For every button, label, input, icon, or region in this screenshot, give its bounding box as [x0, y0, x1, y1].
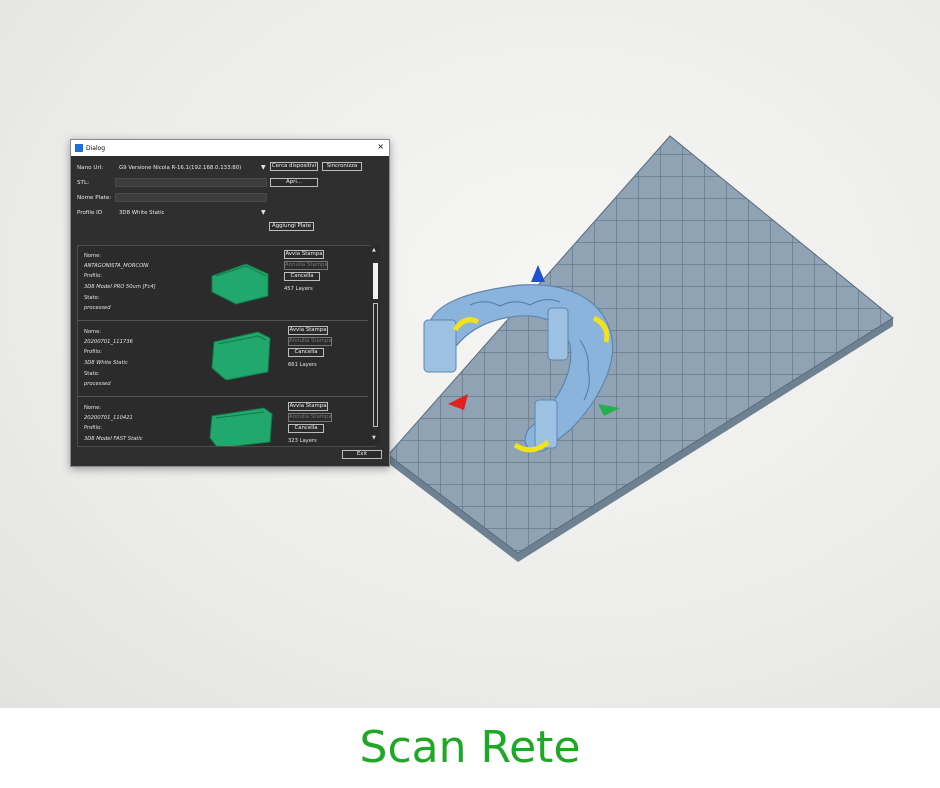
list-item: Nome: 20200701_111736 Profilo: 3D8 White… — [78, 322, 368, 397]
scroll-down-icon[interactable]: ▼ — [372, 435, 376, 441]
annulla-stampa-button[interactable]: Annulla Stampa — [288, 337, 332, 346]
nome-label: Nome: — [84, 253, 102, 259]
chevron-down-icon[interactable]: ▼ — [261, 164, 266, 171]
avvia-stampa-button[interactable]: Avvia Stampa — [288, 326, 328, 335]
model-thumbnail — [211, 331, 271, 380]
job-status: processed — [84, 381, 111, 387]
z-axis-arrow — [531, 265, 545, 282]
stl-label: STL: — [77, 180, 89, 186]
profilo-label: Profilo: — [84, 273, 102, 279]
profilo-label: Profilo: — [84, 425, 102, 431]
stato-label: Stato: — [84, 295, 100, 301]
cancella-button[interactable]: Cancella — [288, 348, 324, 357]
exit-button[interactable]: Exit — [342, 450, 382, 459]
job-status: processed — [84, 305, 111, 311]
annulla-stampa-button[interactable]: Annulla Stampa — [288, 413, 332, 422]
list-scrollbar[interactable]: ▲ ▼ — [371, 245, 380, 445]
dialog-title: Dialog — [86, 144, 106, 152]
list-item: Nome: 20200701_110421 Profilo: 3D8 Model… — [78, 398, 368, 446]
cancella-button[interactable]: Cancella — [288, 424, 324, 433]
dialog-titlebar: Dialog × — [71, 140, 389, 156]
annulla-stampa-button[interactable]: Annulla Stampa — [284, 261, 328, 270]
job-name: ANTAGONISTA_MORCONI — [84, 263, 149, 269]
dialog-window: Dialog × Nano Url: G9 Versione Nicola R-… — [70, 139, 390, 467]
profilo-label: Profilo: — [84, 349, 102, 355]
scrollbar-track[interactable] — [373, 303, 378, 427]
stl-input[interactable] — [115, 178, 267, 187]
job-profile: 3D8 Model FAST Static — [84, 436, 143, 442]
profile-id-select[interactable]: 3D8 White Static — [115, 208, 267, 217]
scrollbar-thumb[interactable] — [373, 263, 378, 299]
job-profile: 3D8 White Static — [84, 360, 128, 366]
aggiungi-plate-button[interactable]: Aggiungi Plate — [269, 222, 314, 231]
cerca-dispositivi-button[interactable]: Cerca dispositivi — [270, 162, 318, 171]
app-icon — [75, 144, 83, 152]
model-thumbnail — [211, 263, 269, 305]
model-thumbnail — [209, 407, 273, 446]
sincronizza-button[interactable]: Sincronizza — [322, 162, 362, 171]
nano-url-select[interactable]: G9 Versione Nicola R-16.1(192.168.0.133:… — [115, 163, 267, 172]
cancella-button[interactable]: Cancella — [284, 272, 320, 281]
layers-count: 457 Layers — [284, 286, 313, 292]
avvia-stampa-button[interactable]: Avvia Stampa — [288, 402, 328, 411]
job-name: 20200701_111736 — [84, 339, 133, 345]
scroll-up-icon[interactable]: ▲ — [372, 247, 376, 253]
nano-url-label: Nano Url: — [77, 165, 104, 171]
profile-id-label: Profile ID — [77, 210, 103, 216]
nome-label: Nome: — [84, 329, 102, 335]
plate-list: Nome: ANTAGONISTA_MORCONI Profilo: 3D8 M… — [77, 245, 375, 447]
list-item: Nome: ANTAGONISTA_MORCONI Profilo: 3D8 M… — [78, 246, 368, 321]
avvia-stampa-button[interactable]: Avvia Stampa — [284, 250, 324, 259]
stato-label: Stato: — [84, 371, 100, 377]
close-icon[interactable]: × — [377, 142, 384, 152]
caption-title: Scan Rete — [359, 722, 581, 773]
nome-label: Nome: — [84, 405, 102, 411]
chevron-down-icon[interactable]: ▼ — [261, 209, 266, 216]
nome-plate-label: Nome Plate: — [77, 195, 112, 201]
job-profile: 3D8 Model PRO 50um [Fc4] — [84, 284, 156, 290]
3d-viewport[interactable]: Dialog × Nano Url: G9 Versione Nicola R-… — [0, 0, 940, 708]
layers-count: 661 Layers — [288, 362, 317, 368]
nome-plate-input[interactable] — [115, 193, 267, 202]
job-name: 20200701_110421 — [84, 415, 133, 421]
apri-button[interactable]: Apri... — [270, 178, 318, 187]
build-plate-surface — [387, 135, 894, 554]
layers-count: 323 Layers — [288, 438, 317, 444]
